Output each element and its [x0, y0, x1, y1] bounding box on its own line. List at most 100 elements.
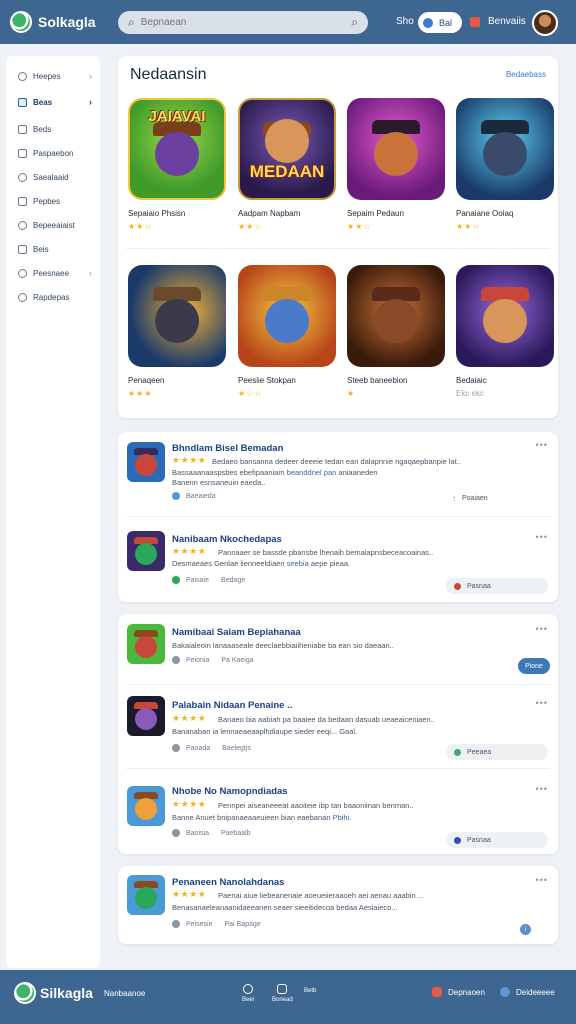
review-text: Bassaaanaaspsbes ebefipaaniam beanddnel … — [172, 468, 378, 477]
footer-nav-more[interactable]: Betb — [304, 988, 316, 994]
search-submit-icon[interactable]: ⌕ — [351, 15, 358, 30]
shield-icon — [18, 172, 27, 182]
review-text: Banenn esnsaneuin eaeda.. — [172, 478, 266, 487]
divider — [126, 248, 550, 249]
globe-icon — [18, 292, 27, 302]
game-name: Sepaim Pedaun — [347, 209, 404, 218]
pill-dot-icon — [423, 17, 433, 28]
game-card[interactable]: Bedaiaic Ekc ekc — [456, 265, 554, 398]
review-title[interactable]: Palabain Nidaan Penaine .. — [172, 700, 292, 711]
review-meta: Peionia Pa Kaeiga — [172, 656, 254, 664]
more-options-icon[interactable]: ••• — [536, 440, 548, 450]
info-icon[interactable]: i — [520, 924, 531, 935]
sidebar-item-9[interactable]: Rapdepas — [6, 285, 100, 309]
account-link[interactable]: Benvaiis — [488, 16, 526, 27]
review-title[interactable]: Penaneen Nanolahdanas — [172, 877, 284, 888]
notification-icon[interactable] — [470, 17, 480, 27]
review-text: Bananaban ia lennaeaeaaplhdiaupe sieder … — [172, 727, 358, 736]
footer-right-link[interactable]: Depnaoen — [432, 987, 485, 997]
game-card[interactable]: Panaiane Ooiaq ★★☆ — [456, 98, 554, 231]
reviews-panel: Penaneen Nanolahdanas ★★★★ Paenai aiue l… — [118, 866, 558, 944]
sidebar-item-6[interactable]: Bepeeaiaist — [6, 213, 100, 237]
footer-nav-label: Betb — [304, 988, 317, 994]
top-link-sho[interactable]: Sho — [396, 16, 414, 27]
review-stars: ★★★★ — [172, 455, 207, 465]
search-bar[interactable]: ⌕ ⌕ — [118, 11, 368, 34]
footer-logo-icon[interactable] — [14, 982, 36, 1004]
game-name: Penaqeen — [128, 376, 165, 385]
featured-panel: Nedaansin Bedaebass JAIAVAI Sepaiaio Phs… — [118, 56, 558, 418]
game-card[interactable]: Steeb baneebion ★ — [347, 265, 445, 398]
game-name: Steeb baneebion — [347, 376, 408, 385]
view-all-link[interactable]: Bedaebass — [506, 70, 546, 79]
game-card[interactable]: Sepaim Pedaun ★★☆ — [347, 98, 445, 231]
brand-name[interactable]: Solkagla — [38, 14, 96, 30]
game-name: Aadpam Napbam — [238, 209, 301, 218]
chevron-right-icon: › — [89, 71, 92, 81]
review-text: Desmaeaes Genlae lienneeldiaen seebia ae… — [172, 559, 351, 568]
character-figure — [135, 887, 157, 910]
review-title[interactable]: Nhobe No Namopndiadas — [172, 786, 288, 797]
sidebar-item-label: Beis — [33, 244, 49, 254]
avatar[interactable] — [532, 10, 558, 36]
game-card[interactable]: Penaqeen ★★★ — [128, 265, 226, 398]
footer-nav-chat[interactable]: Bonead — [272, 984, 293, 1003]
globe-icon — [500, 987, 510, 997]
action-button[interactable]: Pione — [518, 658, 550, 674]
review-stars: ★★★★ — [172, 889, 207, 899]
document-icon — [18, 148, 27, 158]
game-rating-stars: Ekc ekc — [456, 389, 485, 398]
more-options-icon[interactable]: ••• — [536, 698, 548, 708]
review-text: Paenai aiue liebeanenaie aoeueiieraaoeh … — [218, 891, 425, 900]
character-figure — [265, 299, 309, 344]
more-options-icon[interactable]: ••• — [536, 875, 548, 885]
review-text: Banne Anuet bnipanaeaaeuieen bian eaeban… — [172, 813, 352, 822]
footer-link[interactable]: Nanbaanoe — [104, 989, 145, 998]
logo-icon[interactable] — [10, 11, 32, 33]
more-options-icon[interactable]: ••• — [536, 532, 548, 542]
footer-brand[interactable]: Silkagla — [40, 985, 93, 1001]
sidebar-item-3[interactable]: Paspaebon — [6, 141, 100, 165]
home-icon — [18, 71, 27, 81]
sidebar-item-1[interactable]: Beas › — [6, 90, 100, 114]
review-thumbnail — [127, 442, 165, 482]
game-thumbnail — [456, 98, 554, 200]
game-card[interactable]: JAIAVAI Sepaiaio Phsisn ★★☆ — [128, 98, 226, 231]
list-icon — [18, 124, 27, 134]
review-tag[interactable]: ↑ Poaiaen — [452, 494, 488, 503]
review-title[interactable]: Bhndlam Bisel Bemadan — [172, 443, 283, 454]
sidebar-item-7[interactable]: Beis — [6, 237, 100, 261]
review-meta: Paoada Baelegtjs — [172, 744, 251, 752]
chevron-right-icon: › — [89, 97, 92, 107]
footer-nav-home[interactable]: Beei — [242, 984, 254, 1003]
sidebar-item-0[interactable]: Heepes › — [6, 64, 100, 88]
more-options-icon[interactable]: ••• — [536, 784, 548, 794]
sidebar-item-2[interactable]: Beds — [6, 117, 100, 141]
footer-right-link[interactable]: Deideeeee — [500, 987, 555, 997]
sidebar-item-label: Peesnaee — [33, 268, 70, 278]
chevron-right-icon: › — [89, 268, 92, 278]
sidebar-item-label: Heepes — [33, 71, 61, 81]
review-tag[interactable]: Peeaea — [446, 744, 548, 760]
game-card[interactable]: MEDAAN Aadpam Napbam ★★☆ — [238, 98, 336, 231]
sidebar-item-4[interactable]: Saealaaid — [6, 165, 100, 189]
review-tag[interactable]: Pasnaa — [446, 578, 548, 594]
review-text: Pennpei aiseaneeeat aaoiteie ibp tan baa… — [218, 801, 414, 810]
sidebar-item-8[interactable]: Peesnaee › — [6, 261, 100, 285]
home-icon — [243, 984, 253, 994]
review-title[interactable]: Namibaai Saiam Bepiahanaa — [172, 627, 301, 638]
top-pill-button[interactable]: Bal — [418, 12, 462, 33]
sidebar-item-5[interactable]: Pepbes — [6, 189, 100, 213]
review-title[interactable]: Nanibaam Nkochedapas — [172, 534, 282, 545]
game-card[interactable]: Peesiie Stokpan ★☆☆ — [238, 265, 336, 398]
search-input[interactable] — [140, 17, 352, 28]
meta-icon — [172, 656, 180, 664]
character-figure — [135, 454, 157, 477]
pill-label: Bal — [439, 17, 453, 28]
section-title: Nedaansin — [130, 66, 207, 83]
review-tag[interactable]: Pasnaa — [446, 832, 548, 848]
review-text: Bakaialeoin lanaaaseale deeclaebbiaiihen… — [172, 641, 394, 650]
more-options-icon[interactable]: ••• — [536, 624, 548, 634]
game-rating-stars: ★★☆ — [347, 222, 372, 231]
review-text: Benasanaeleanaanidaeeanen seaer sieeitid… — [172, 903, 398, 912]
